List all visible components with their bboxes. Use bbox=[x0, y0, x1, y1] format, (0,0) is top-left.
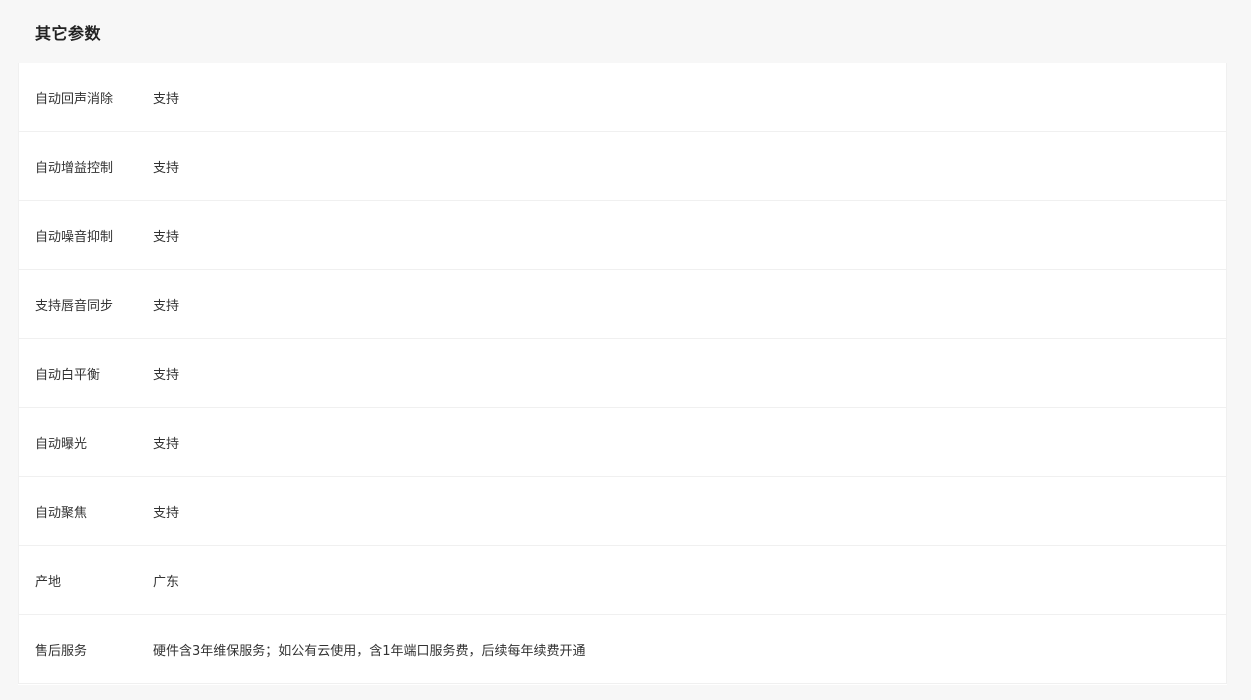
param-label: 支持唇音同步 bbox=[35, 298, 114, 314]
param-value: 支持 bbox=[153, 160, 180, 176]
param-value: 支持 bbox=[153, 298, 180, 314]
param-row: 自动增益控制 支持 bbox=[19, 132, 1226, 201]
param-label: 自动噪音抑制 bbox=[35, 229, 114, 245]
param-value: 支持 bbox=[153, 367, 180, 383]
param-value: 支持 bbox=[153, 91, 180, 107]
param-label: 自动增益控制 bbox=[35, 160, 114, 176]
param-value: 支持 bbox=[153, 436, 180, 452]
param-row: 自动噪音抑制 支持 bbox=[19, 201, 1226, 270]
param-label: 产地 bbox=[35, 574, 62, 590]
section-title: 其它参数 bbox=[35, 23, 102, 43]
param-value: 支持 bbox=[153, 229, 180, 245]
params-table: 自动回声消除 支持 自动增益控制 支持 自动噪音抑制 支持 支持唇音同步 支持 … bbox=[18, 63, 1227, 684]
param-row: 自动白平衡 支持 bbox=[19, 339, 1226, 408]
param-row: 自动曝光 支持 bbox=[19, 408, 1226, 477]
param-row: 产地 广东 bbox=[19, 546, 1226, 615]
param-label: 售后服务 bbox=[35, 643, 88, 659]
param-row: 支持唇音同步 支持 bbox=[19, 270, 1226, 339]
page: 其它参数 自动回声消除 支持 自动增益控制 支持 自动噪音抑制 支持 支持唇音同… bbox=[0, 0, 1251, 700]
param-value: 广东 bbox=[153, 574, 180, 590]
param-row: 售后服务 硬件含3年维保服务；如公有云使用，含1年端口服务费，后续每年续费开通 bbox=[19, 615, 1226, 684]
panel-header: 其它参数 bbox=[18, 0, 1227, 63]
param-value: 硬件含3年维保服务；如公有云使用，含1年端口服务费，后续每年续费开通 bbox=[153, 643, 586, 659]
other-params-panel: 其它参数 自动回声消除 支持 自动增益控制 支持 自动噪音抑制 支持 支持唇音同… bbox=[18, 0, 1227, 685]
param-label: 自动白平衡 bbox=[35, 367, 101, 383]
param-label: 自动曝光 bbox=[35, 436, 88, 452]
param-row: 自动回声消除 支持 bbox=[19, 63, 1226, 132]
param-value: 支持 bbox=[153, 505, 180, 521]
param-label: 自动回声消除 bbox=[35, 91, 114, 107]
param-row: 自动聚焦 支持 bbox=[19, 477, 1226, 546]
param-label: 自动聚焦 bbox=[35, 505, 88, 521]
